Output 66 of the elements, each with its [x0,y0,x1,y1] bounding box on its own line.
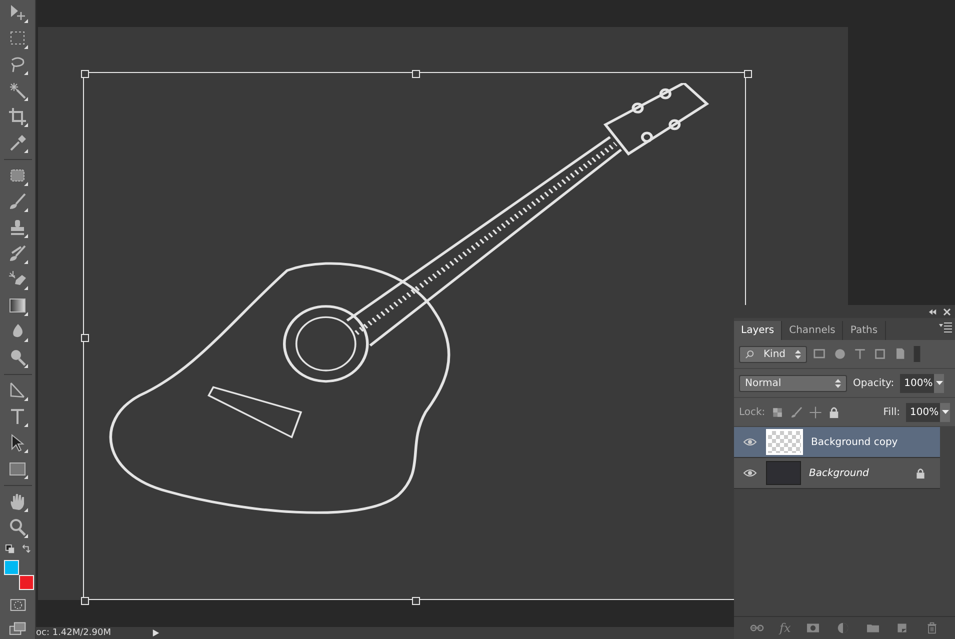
default-colors-icon[interactable] [4,544,14,554]
layer-name: Background copy [811,436,899,448]
fx-button[interactable]: fx [780,621,791,635]
search-icon [745,350,754,358]
opacity-field[interactable]: 100% [900,374,944,392]
adjustment-icon[interactable] [836,622,850,634]
updown-arrows-icon [795,350,801,358]
brush-tool-icon[interactable] [8,192,28,212]
gradient-tool-icon[interactable] [8,296,28,316]
close-icon[interactable] [943,308,951,316]
circle-filter-icon[interactable] [833,347,847,361]
shape-filter-icon[interactable] [873,347,887,361]
pen-tool-icon[interactable] [8,381,28,401]
panel-tab[interactable]: Channels [782,321,844,340]
transform-handle[interactable] [412,70,420,78]
fill-label: Fill: [883,406,900,418]
eraser-tool-icon[interactable] [8,270,28,290]
image-filter-icon[interactable] [813,347,827,361]
transform-handle[interactable] [412,597,420,605]
transform-handle[interactable] [81,597,89,605]
transform-handle[interactable] [81,70,89,78]
quick-mask-icon[interactable] [8,596,26,614]
screen-mode-icon[interactable] [8,620,26,638]
layer-name: Background [809,468,870,478]
new-layer-icon[interactable] [895,622,910,634]
trash-icon[interactable] [925,622,940,634]
eye-icon[interactable] [743,467,757,479]
filter-toggle-icon[interactable] [913,345,921,363]
play-arrow-icon[interactable] [152,628,160,638]
filter-dropdown[interactable]: Kind [739,346,807,362]
checker-lock-icon[interactable] [771,406,784,418]
dropdown-arrow-icon[interactable] [936,381,943,385]
color-swatch[interactable] [4,560,18,575]
color-swatch[interactable] [18,575,34,590]
blend-mode-dropdown[interactable]: Normal [739,374,847,392]
layer-row[interactable]: Background copy [734,427,940,458]
move-lock-icon[interactable] [809,406,822,418]
folder-icon[interactable] [866,622,880,634]
link-icon[interactable] [750,622,764,634]
layer-thumbnail [766,461,801,485]
history-brush-icon[interactable] [8,244,28,264]
lock-label: Lock: [739,406,766,418]
panel-tab[interactable]: Layers [734,321,782,340]
transform-handle[interactable] [744,70,752,78]
transform-handle[interactable] [81,334,89,342]
fill-field[interactable]: 100% [906,402,950,422]
type-filter-icon[interactable] [853,347,867,361]
mask-icon[interactable] [806,622,820,634]
marquee-tool-icon[interactable] [8,29,28,49]
opacity-label: Opacity: [853,378,894,388]
panel-menu-icon[interactable] [939,322,952,333]
panel-tab[interactable]: Paths [843,321,886,340]
brush-lock-icon[interactable] [790,406,804,418]
eye-icon[interactable] [743,436,757,448]
dropdown-arrow-icon[interactable] [942,410,948,414]
swap-colors-icon[interactable] [20,544,30,554]
eyedropper-icon[interactable] [8,133,28,153]
updown-arrows-icon [835,378,841,388]
document-size: oc: 1.42M/2.90M [36,628,112,638]
layer-row[interactable]: Background [734,458,940,489]
crop-tool-icon[interactable] [8,107,28,127]
magic-wand-icon[interactable] [8,81,28,101]
collapse-icon[interactable] [928,308,937,316]
zoom-tool-icon[interactable] [8,518,28,538]
layer-thumbnail [766,429,803,455]
lock-icon[interactable] [828,406,840,418]
